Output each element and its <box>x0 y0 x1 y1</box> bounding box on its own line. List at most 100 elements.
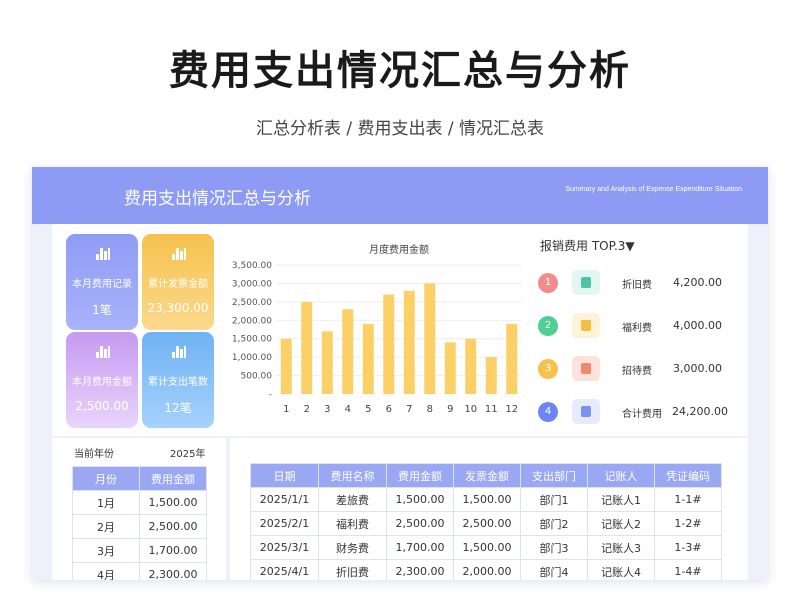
table-cell[interactable]: 记账人2 <box>587 511 655 536</box>
x-tick-label: 6 <box>386 404 392 415</box>
page-subtitle: 汇总分析表 / 费用支出表 / 情况汇总表 <box>255 119 545 139</box>
year-value: 2025年 <box>170 449 206 460</box>
bar-chart-icon <box>172 346 186 358</box>
table-cell[interactable]: 1-2# <box>654 511 722 536</box>
banner-title: 费用支出情况汇总与分析 <box>124 189 311 209</box>
expense-name: 合计费用 <box>622 409 662 420</box>
table-cell[interactable]: 部门3 <box>520 535 588 560</box>
table-cell[interactable]: 财务费 <box>318 535 387 560</box>
expense-name: 折旧费 <box>622 280 652 291</box>
x-tick-label: 3 <box>324 404 330 415</box>
table-cell[interactable]: 福利费 <box>318 511 387 536</box>
table-cell[interactable]: 记账人1 <box>587 487 655 512</box>
table-cell[interactable]: 部门4 <box>520 559 588 580</box>
table-cell[interactable]: 1月 <box>72 490 140 515</box>
monthly-expense-chart: 月度费用金额 - 500.00 1,000.00 1,500.00 2,000.00 2,5… <box>232 243 522 415</box>
table-row: 3月 1,700.00 <box>72 538 207 563</box>
expense-amount: 3,000.00 <box>673 362 722 375</box>
top3-item: 3 招待费 3,000.00 <box>538 356 748 382</box>
table-row: 1月 1,500.00 <box>72 490 207 515</box>
x-tick-label: 5 <box>365 404 371 415</box>
table-cell[interactable]: 1,700.00 <box>386 535 454 560</box>
y-tick-label: 1,000.00 <box>232 353 272 363</box>
table-cell[interactable]: 2,500.00 <box>139 514 207 539</box>
bar <box>301 301 313 394</box>
table-cell[interactable]: 1-3# <box>654 535 722 560</box>
table-cell[interactable]: 2,500.00 <box>453 511 521 536</box>
column-header: 日期 <box>250 463 319 488</box>
table-row: 2025/3/1 财务费 1,700.00 1,500.00 部门3 记账人3 1-3# <box>250 535 722 560</box>
column-header: 费用金额 <box>386 463 454 488</box>
expense-category-icon <box>572 399 600 424</box>
table-cell[interactable]: 2,300.00 <box>386 559 454 580</box>
table-cell[interactable]: 2025/1/1 <box>250 487 319 512</box>
table-cell[interactable]: 2025/3/1 <box>250 535 319 560</box>
card-label: 本月费用金额 <box>72 377 132 388</box>
top3-item: 4 合计费用 24,200.00 <box>538 399 748 425</box>
x-tick-label: 9 <box>447 404 453 415</box>
table-cell[interactable]: 2月 <box>72 514 140 539</box>
table-cell[interactable]: 2,300.00 <box>139 562 207 580</box>
table-cell[interactable]: 1,500.00 <box>453 487 521 512</box>
table-cell[interactable]: 4月 <box>72 562 140 580</box>
card-month-amount: 本月费用金额 2,500.00 <box>66 332 138 428</box>
table-cell[interactable]: 1-1# <box>654 487 722 512</box>
rank-badge: 3 <box>538 359 558 379</box>
card-value: 12笔 <box>164 401 192 415</box>
column-header: 费用名称 <box>318 463 387 488</box>
expense-name: 福利费 <box>622 323 652 334</box>
bar <box>321 331 333 394</box>
table-cell[interactable]: 1-4# <box>654 559 722 580</box>
table-cell[interactable]: 部门1 <box>520 487 588 512</box>
bar <box>280 338 292 394</box>
y-tick-label: 2,500.00 <box>232 298 272 308</box>
card-total-count: 累计支出笔数 12笔 <box>142 332 214 428</box>
table-cell[interactable]: 差旅费 <box>318 487 387 512</box>
column-header: 记账人 <box>587 463 655 488</box>
table-cell[interactable]: 1,700.00 <box>139 538 207 563</box>
table-row: 2025/1/1 差旅费 1,500.00 1,500.00 部门1 记账人1 1-1# <box>250 487 722 512</box>
top3-item: 2 福利费 4,000.00 <box>538 313 748 339</box>
table-cell[interactable]: 1,500.00 <box>139 490 207 515</box>
table-cell[interactable]: 3月 <box>72 538 140 563</box>
bar <box>444 342 456 394</box>
table-row: 2025/2/1 福利费 2,500.00 2,500.00 部门2 记账人2 1-2# <box>250 511 722 536</box>
expense-name: 招待费 <box>622 366 652 377</box>
table-cell[interactable]: 2,000.00 <box>453 559 521 580</box>
chart-title: 月度费用金额 <box>369 243 429 256</box>
bar-chart-icon <box>96 248 110 260</box>
table-cell[interactable]: 记账人4 <box>587 559 655 580</box>
card-label: 累计支出笔数 <box>148 377 208 388</box>
table-cell[interactable]: 2,500.00 <box>386 511 454 536</box>
table-cell[interactable]: 2025/2/1 <box>250 511 319 536</box>
rank-badge: 1 <box>538 273 558 293</box>
bar <box>424 283 436 394</box>
expense-category-icon <box>572 313 600 338</box>
bar <box>383 294 395 394</box>
top3-item: 1 折旧费 4,200.00 <box>538 270 748 296</box>
table-row: 2月 2,500.00 <box>72 514 207 539</box>
table-cell[interactable]: 记账人3 <box>587 535 655 560</box>
table-cell[interactable]: 折旧费 <box>318 559 387 580</box>
expense-category-icon <box>572 356 600 381</box>
card-invoice-total: 累计发票金额 23,300.00 <box>142 234 214 330</box>
table-cell[interactable]: 1,500.00 <box>453 535 521 560</box>
x-tick-label: 11 <box>485 404 498 415</box>
dashboard-sheet: 费用支出情况汇总与分析 Summary and Analysis of Expe… <box>32 167 768 580</box>
rank-badge: 4 <box>538 402 558 422</box>
y-tick-label: 1,500.00 <box>232 335 272 345</box>
banner-subtitle: Summary and Analysis of Expense Expendit… <box>565 186 742 193</box>
top3-title[interactable]: 报销费用 TOP.3▼ <box>540 237 635 254</box>
expense-detail-table: 日期 费用名称 费用金额 发票金额 支出部门 记账人 凭证编码 2025/1/1 差旅费 1,5… <box>250 463 722 580</box>
table-cell[interactable]: 2025/4/1 <box>250 559 319 580</box>
bar <box>485 357 497 394</box>
monthly-summary-table: 月份 费用金额 1月 1,500.00 2月 2,500.00 3月 1,700.00 4月… <box>72 466 207 580</box>
bar-chart-icon <box>172 248 186 260</box>
table-cell[interactable]: 部门2 <box>520 511 588 536</box>
card-label: 累计发票金额 <box>148 279 208 290</box>
card-value: 2,500.00 <box>75 399 129 413</box>
expense-amount: 4,200.00 <box>673 276 722 289</box>
x-tick-label: 10 <box>464 404 477 415</box>
bar <box>506 323 518 394</box>
table-cell[interactable]: 1,500.00 <box>386 487 454 512</box>
